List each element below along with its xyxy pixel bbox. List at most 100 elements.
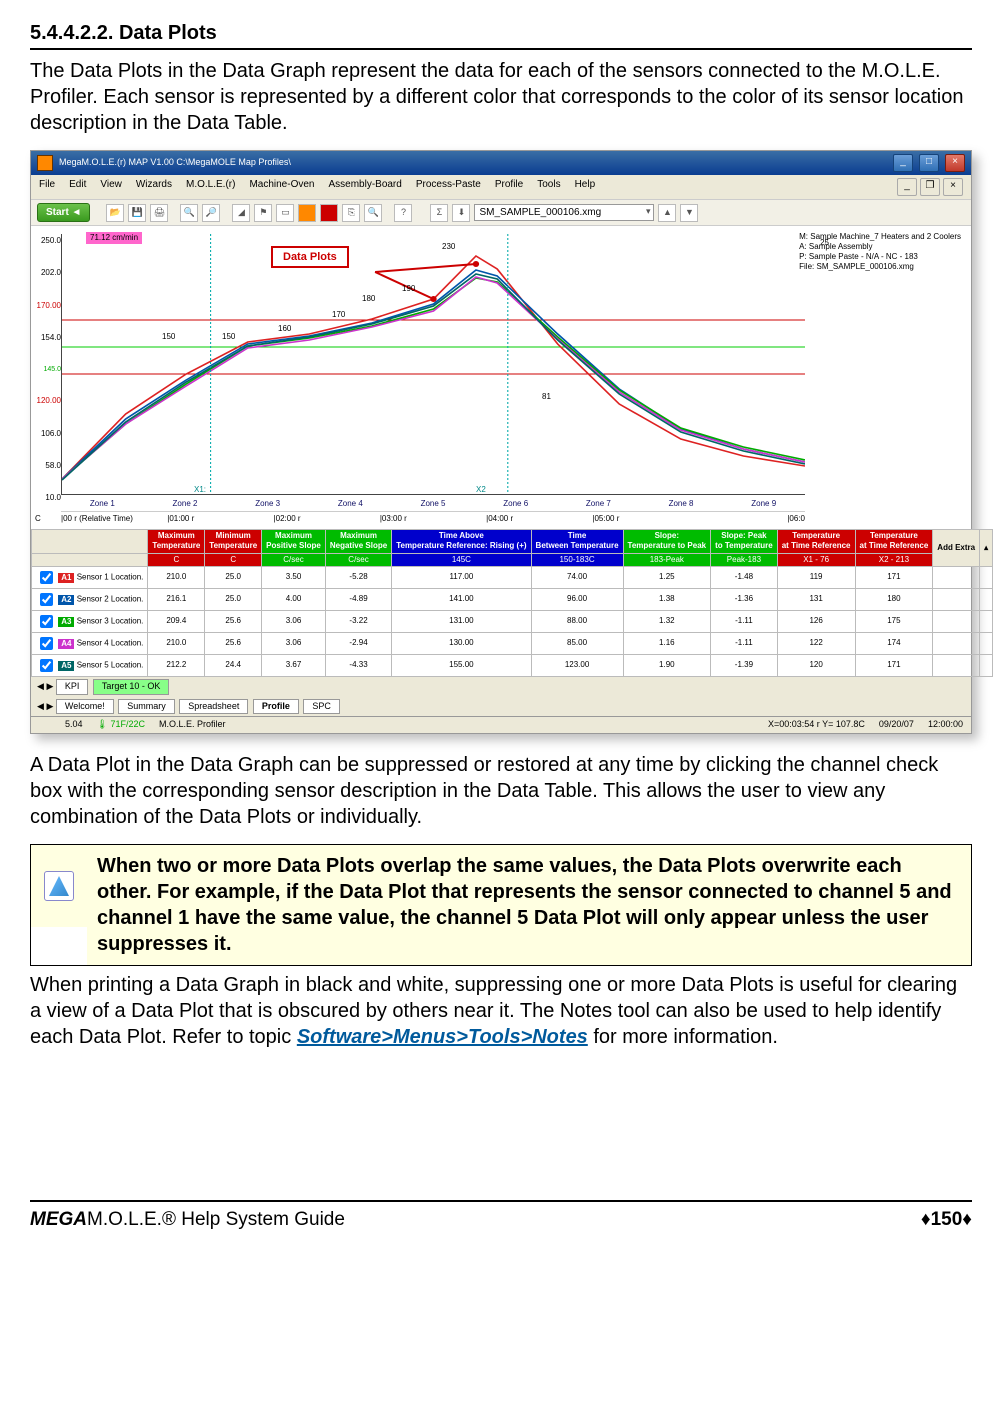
file-combo[interactable]: SM_SAMPLE_000106.xmg <box>474 204 654 221</box>
data-cell: -1.11 <box>711 632 778 654</box>
menu-machine-oven[interactable]: Machine-Oven <box>249 178 314 196</box>
download-icon[interactable]: ⬇ <box>452 204 470 222</box>
status-time: 12:00:00 <box>928 719 963 731</box>
status-date: 09/20/07 <box>879 719 914 731</box>
note-icon[interactable]: ▭ <box>276 204 294 222</box>
zone-label: Zone 1 <box>61 499 144 509</box>
channel-checkbox[interactable] <box>40 615 53 628</box>
para3-tail: for more information. <box>588 1026 778 1048</box>
kpi-tab[interactable]: KPI <box>56 679 89 695</box>
close-button[interactable]: × <box>945 154 965 172</box>
doc-minimize-icon[interactable]: _ <box>897 178 917 196</box>
table-row: A1 Sensor 1 Location.210.025.03.50-5.281… <box>32 566 993 588</box>
menu-bar: File Edit View Wizards M.O.L.E.(r) Machi… <box>31 175 971 200</box>
help-icon[interactable]: ? <box>394 204 412 222</box>
chart-main: C 250.0 202.0 170.00 154.0 145.0 120.00 … <box>31 226 971 529</box>
maximize-button[interactable]: □ <box>919 154 939 172</box>
pt-label: 180 <box>362 294 375 304</box>
y-tick: 202.0 <box>31 268 61 278</box>
menu-file[interactable]: File <box>39 178 55 196</box>
data-cell: -2.94 <box>325 632 391 654</box>
color2-icon[interactable] <box>320 204 338 222</box>
data-cell: -1.39 <box>711 654 778 676</box>
y-tick-ref: 145.0 <box>31 365 61 374</box>
sensor-label-cell: A5 Sensor 5 Location. <box>32 654 148 676</box>
nav-down-icon[interactable]: ▼ <box>680 204 698 222</box>
zone-label: Zone 3 <box>226 499 309 509</box>
y-tick-threshold: 120.00 <box>31 396 61 406</box>
y-tick: 10.0 <box>31 493 61 503</box>
data-cell: 25.6 <box>205 632 262 654</box>
menu-process-paste[interactable]: Process-Paste <box>416 178 481 196</box>
legend-line: File: SM_SAMPLE_000106.xmg <box>799 262 961 272</box>
tab-nav-right-icon[interactable]: ▶ <box>46 701 53 711</box>
y-tick: 250.0 <box>31 236 61 246</box>
tab-profile[interactable]: Profile <box>253 699 299 715</box>
table-row: A5 Sensor 5 Location.212.224.43.67-4.331… <box>32 654 993 676</box>
data-cell: 174 <box>855 632 933 654</box>
zoom-sel-icon[interactable]: 🔍 <box>364 204 382 222</box>
menu-assembly-board[interactable]: Assembly-Board <box>328 178 401 196</box>
channel-checkbox[interactable] <box>40 637 53 650</box>
plot-svg <box>62 234 805 494</box>
sensor-label-cell: A3 Sensor 3 Location. <box>32 610 148 632</box>
tab-spreadsheet[interactable]: Spreadsheet <box>179 699 248 715</box>
menu-edit[interactable]: Edit <box>69 178 86 196</box>
nav-up-icon[interactable]: ▲ <box>658 204 676 222</box>
tab-welcome[interactable]: Welcome! <box>56 699 114 715</box>
add-extra-button[interactable]: Add Extra <box>933 529 980 566</box>
color1-icon[interactable] <box>298 204 316 222</box>
data-cell: 85.00 <box>531 632 623 654</box>
peak-label: 230 <box>442 242 455 252</box>
menu-wizards[interactable]: Wizards <box>136 178 172 196</box>
col-neg-slope: MaximumNegative Slope <box>325 529 391 553</box>
minimize-button[interactable]: _ <box>893 154 913 172</box>
data-cell: 180 <box>855 588 933 610</box>
doc-close-icon[interactable]: × <box>943 178 963 196</box>
menu-mole[interactable]: M.O.L.E.(r) <box>186 178 235 196</box>
data-cell: -4.89 <box>325 588 391 610</box>
zoom-out-icon[interactable]: 🔍 <box>180 204 198 222</box>
col-temp-x1: Temperatureat Time Reference <box>777 529 855 553</box>
data-cell: 1.38 <box>623 588 711 610</box>
sheet-nav-left-icon[interactable]: ◀ <box>37 681 44 691</box>
channel-checkbox[interactable] <box>40 659 53 672</box>
sheet-nav-right-icon[interactable]: ▶ <box>46 681 53 691</box>
marker-icon[interactable]: ◢ <box>232 204 250 222</box>
data-cell: 131 <box>777 588 855 610</box>
printing-paragraph: When printing a Data Graph in black and … <box>30 972 972 1050</box>
scroll-up-icon[interactable]: ▴ <box>980 529 993 566</box>
status-version: 5.04 <box>65 719 83 731</box>
tab-summary[interactable]: Summary <box>118 699 175 715</box>
plot-box[interactable]: 230 25 150 150 160 170 180 190 81 X1: X2 <box>61 234 805 495</box>
data-cell: 175 <box>855 610 933 632</box>
channel-checkbox[interactable] <box>40 593 53 606</box>
tab-spc[interactable]: SPC <box>303 699 340 715</box>
col-pos-slope: MaximumPositive Slope <box>262 529 326 553</box>
menu-tools[interactable]: Tools <box>537 178 560 196</box>
tab-nav-left-icon[interactable]: ◀ <box>37 701 44 711</box>
app-screenshot: MegaM.O.L.E.(r) MAP V1.00 C:\MegaMOLE Ma… <box>30 150 972 734</box>
zoom-in-icon[interactable]: 🔎 <box>202 204 220 222</box>
target-tab[interactable]: Target 10 - OK <box>93 679 170 695</box>
data-cell: 122 <box>777 632 855 654</box>
zone-label: Zone 7 <box>557 499 640 509</box>
data-cell: 155.00 <box>392 654 531 676</box>
data-cell: 171 <box>855 566 933 588</box>
flag-icon[interactable]: ⚑ <box>254 204 272 222</box>
menu-profile[interactable]: Profile <box>495 178 523 196</box>
data-table: MaximumTemperature MinimumTemperature Ma… <box>31 529 993 677</box>
menu-view[interactable]: View <box>100 178 122 196</box>
doc-restore-icon[interactable]: ❐ <box>920 178 940 196</box>
data-cell: -4.33 <box>325 654 391 676</box>
open-icon[interactable]: 📂 <box>106 204 124 222</box>
sigma-icon[interactable]: Σ <box>430 204 448 222</box>
notes-ref-link[interactable]: Software>Menus>Tools>Notes <box>297 1026 588 1048</box>
copy-icon[interactable]: ⎘ <box>342 204 360 222</box>
save-icon[interactable]: 💾 <box>128 204 146 222</box>
menu-help[interactable]: Help <box>575 178 596 196</box>
unit-cell: C <box>205 553 262 566</box>
channel-checkbox[interactable] <box>40 571 53 584</box>
start-button[interactable]: Start ◄ <box>37 203 90 222</box>
print-icon[interactable]: 🖨 <box>150 204 168 222</box>
